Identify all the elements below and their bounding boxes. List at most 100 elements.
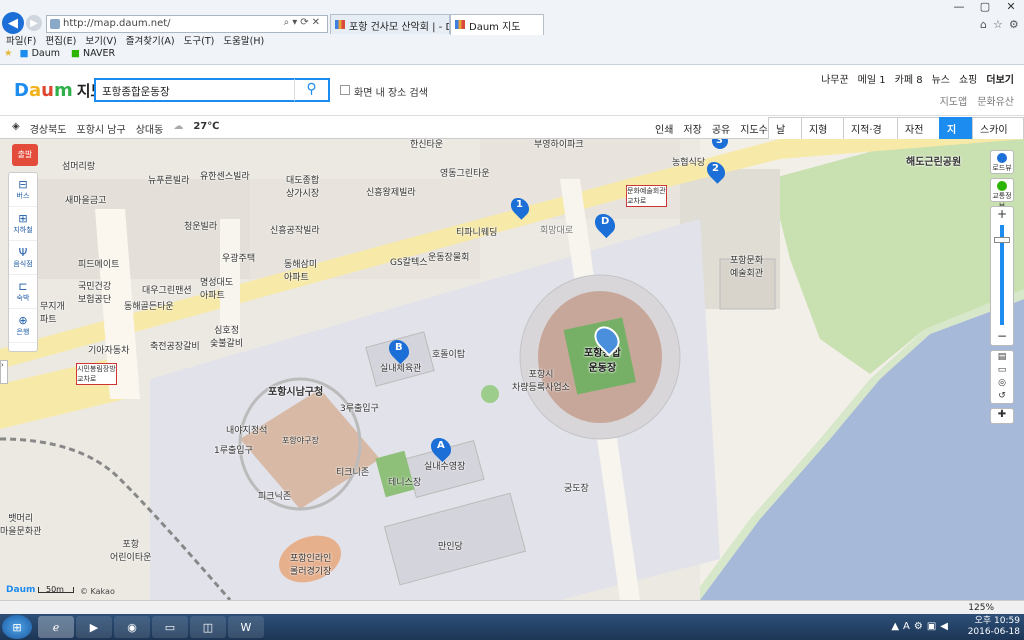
home-star-gear-icons[interactable]: ⌂☆⚙ [980, 18, 1024, 31]
close-button[interactable]: ✕ [998, 0, 1024, 14]
menu-edit[interactable]: 편집(E) [45, 33, 76, 47]
category-lodging[interactable]: ⊏ 숙박 [9, 275, 37, 309]
map-label[interactable]: 포항 어린이타운 [110, 537, 151, 563]
system-tray-icons[interactable]: ▲A⚙▣◀ [891, 621, 952, 632]
map-label[interactable]: 신흥공작빌라 [270, 223, 320, 236]
add-button[interactable]: ✚ [990, 408, 1014, 424]
nav-news[interactable]: 뉴스 [932, 71, 950, 86]
fav-naver[interactable]: NAVER [83, 48, 115, 59]
category-bank[interactable]: ⊕ 은행 [9, 309, 37, 343]
map-label[interactable]: 농협식당 [672, 155, 705, 168]
vehicle-office-label[interactable]: 포항시 차량등록사업소 [512, 367, 570, 393]
map-label[interactable]: 1루출입구 [214, 443, 253, 456]
category-food[interactable]: Ψ 음식점 [9, 241, 37, 275]
minimize-button[interactable]: — [946, 0, 972, 14]
panel-toggle-button[interactable]: › [0, 360, 8, 384]
map-label[interactable]: 부영하이파크 [534, 139, 584, 150]
map-label[interactable]: 뱃머리 마을문화관 [0, 511, 41, 537]
forward-button[interactable]: ▶ [26, 15, 42, 31]
marker-a[interactable]: A [437, 440, 445, 451]
maximize-button[interactable]: ▢ [972, 0, 998, 14]
menu-help[interactable]: 도움말(H) [223, 33, 264, 47]
marker-d[interactable]: D [601, 216, 609, 227]
map-label[interactable]: 뉴푸른빌라 [148, 173, 189, 186]
back-button[interactable]: ◀ [2, 12, 24, 34]
roadview-button[interactable]: 로드뷰 [990, 150, 1014, 174]
marker-1[interactable]: 1 [516, 199, 523, 210]
map-label[interactable]: 대우그린맨션 [142, 283, 192, 296]
start-badge[interactable]: 출발 [12, 144, 38, 166]
map-label[interactable]: 테니스장 [388, 475, 421, 488]
indoor-pool-label[interactable]: 실내수영장 [424, 459, 465, 472]
map-label[interactable]: 시민봉림장방 교차로 [76, 363, 117, 385]
map-label[interactable]: 피드메이트 [78, 257, 119, 270]
zoom-level[interactable]: 125% [968, 603, 994, 613]
culture-center-label[interactable]: 포항문화 예술회관 [730, 253, 763, 279]
map-label[interactable]: 포항인라인 롤러경기장 [290, 551, 331, 577]
clock[interactable]: 오후 10:59 2016-06-18 [968, 616, 1020, 638]
media-taskbar-icon[interactable]: ▶ [76, 616, 112, 638]
address-tools[interactable]: ⌕▾⟳✕ [284, 17, 323, 28]
map-label[interactable]: GS칼텍스 [390, 255, 428, 268]
map-label[interactable]: 유한센스빌라 [200, 169, 250, 182]
park-label[interactable]: 해도근린공원 [906, 153, 961, 168]
share-button[interactable]: 공유 [712, 121, 730, 136]
map-label[interactable]: 무지개 파트 [40, 299, 65, 325]
crumb-dong[interactable]: 상대동 [136, 121, 164, 136]
map-label[interactable]: 명성대도 아파트 [200, 275, 233, 301]
map-label[interactable]: 축전공장갈비 [150, 339, 200, 352]
extra-tools[interactable]: ▤ ▭ ◎ ↺ [990, 350, 1014, 404]
tab-cafe[interactable]: 포항 건사모 산악회 | - Daum ... [330, 14, 450, 34]
marker-b[interactable]: B [395, 342, 403, 353]
map-label[interactable]: 영동그린타운 [440, 166, 490, 179]
map-label[interactable]: 새마을금고 [65, 193, 106, 206]
map-label[interactable]: 청운빌라 [184, 219, 217, 232]
map-canvas[interactable]: 섬머리랑 뉴푸른빌라 유한센스빌라 새마을금고 청운빌라 우광주택 동해삼미 아… [0, 139, 1024, 600]
map-label[interactable]: 3루출입구 [340, 401, 379, 414]
nav-cafe[interactable]: 카페 8 [895, 71, 923, 86]
traffic-button[interactable]: 교통정보 [990, 178, 1014, 210]
category-bus[interactable]: ⊟ 버스 [9, 173, 37, 207]
map-label[interactable]: 동해골든타운 [124, 299, 174, 312]
namgu-office-label[interactable]: 포항시남구청 [268, 383, 323, 398]
menu-file[interactable]: 파일(F) [6, 33, 36, 47]
chrome-taskbar-icon[interactable]: ◉ [114, 616, 150, 638]
map-label[interactable]: 섬머리랑 [62, 159, 95, 172]
save-button[interactable]: 저장 [683, 121, 701, 136]
address-bar[interactable]: http://map.daum.net/ ⌕▾⟳✕ [46, 15, 328, 33]
map-label[interactable]: 대도종합 상가시장 [286, 173, 319, 199]
map-label[interactable]: 동해삼미 아파트 [284, 257, 317, 283]
ie-taskbar-icon[interactable]: ℯ [38, 616, 74, 638]
start-button[interactable]: ⊞ [2, 615, 32, 639]
area-search-checkbox[interactable] [340, 85, 350, 95]
menu-favorites[interactable]: 즐겨찾기(A) [126, 33, 175, 47]
nav-heritage[interactable]: 문화유산 [977, 93, 1014, 108]
map-label[interactable]: 심호정 숯불갈비 [210, 323, 243, 349]
folder-taskbar-icon[interactable]: ▭ [152, 616, 188, 638]
map-label[interactable]: 우광주택 [222, 251, 255, 264]
search-button[interactable]: ⚲ [294, 78, 330, 102]
nav-user[interactable]: 나무꾼 [821, 71, 849, 86]
nav-more[interactable]: 더보기 [986, 71, 1014, 86]
nav-map-app[interactable]: 지도앱 [940, 93, 968, 108]
fav-daum[interactable]: Daum [32, 48, 60, 59]
map-label[interactable]: 운동장물회 [428, 250, 469, 263]
daum-map-logo[interactable]: Daum 지도 [14, 80, 104, 101]
marker-2[interactable]: 2 [712, 163, 719, 174]
crumb-city[interactable]: 포항시 남구 [77, 121, 126, 136]
map-label[interactable]: 피크닉존 [258, 489, 291, 502]
map-label[interactable]: 국민건강 보험공단 [78, 279, 111, 305]
tab-daum-map[interactable]: Daum 지도 [450, 14, 544, 35]
map-label[interactable]: 호돌이탑 [432, 347, 465, 360]
crumb-province[interactable]: 경상북도 [30, 121, 67, 136]
category-subway[interactable]: ⊞ 지하철 [9, 207, 37, 241]
map-label[interactable]: 궁도장 [564, 481, 589, 494]
map-label[interactable]: 만인당 [438, 539, 463, 552]
map-label[interactable]: 문화예술회관 교차로 [626, 185, 667, 207]
map-label[interactable]: 티크니존 [336, 465, 369, 478]
print-button[interactable]: 인쇄 [655, 121, 673, 136]
baseball-label[interactable]: 포항야구장 [282, 435, 319, 446]
map-label[interactable]: 내야지정석 [226, 423, 267, 436]
map-label[interactable]: 신흥왕제빌라 [366, 185, 416, 198]
nav-mail[interactable]: 메일 1 [858, 71, 886, 86]
